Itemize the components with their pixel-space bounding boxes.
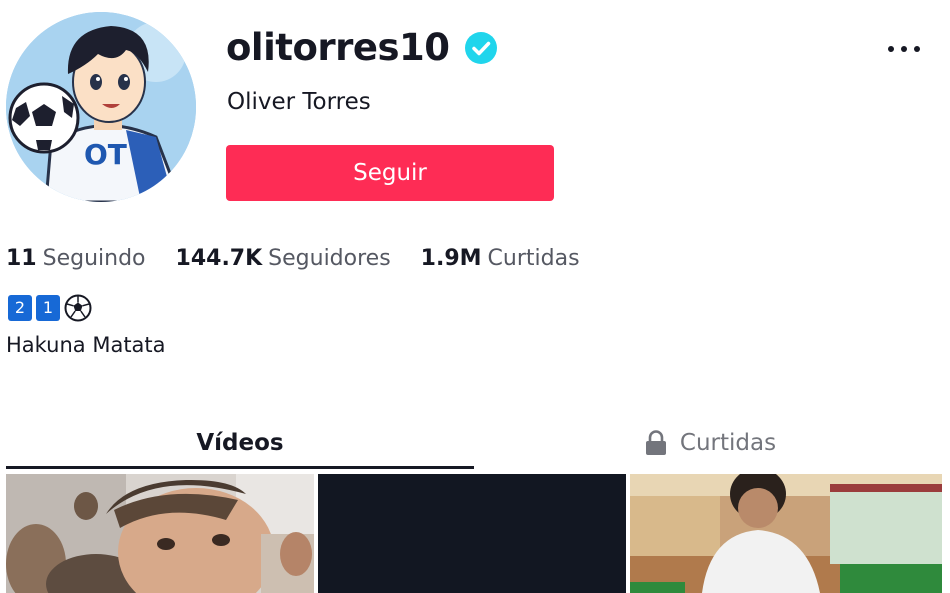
- username-row: olitorres10: [226, 24, 498, 72]
- verified-badge-icon: [464, 31, 498, 65]
- avatar-illustration: OT: [6, 12, 196, 202]
- stat-following-value: 11: [6, 246, 37, 271]
- tab-liked-label: Curtidas: [679, 430, 777, 456]
- stat-likes-label: Curtidas: [487, 246, 580, 271]
- tab-liked[interactable]: Curtidas: [474, 416, 946, 470]
- stat-following[interactable]: 11 Seguindo: [6, 243, 146, 275]
- follow-button[interactable]: Seguir: [226, 145, 554, 201]
- username: olitorres10: [226, 26, 450, 69]
- stat-likes-value: 1.9M: [420, 246, 482, 271]
- video-thumbnail[interactable]: [6, 474, 314, 593]
- soccer-ball-icon: [64, 294, 92, 322]
- stat-followers-label: Seguidores: [268, 246, 391, 271]
- keycap-1-emoji: 1: [36, 295, 60, 321]
- video-thumbnail-image: [630, 474, 942, 593]
- video-thumbnail[interactable]: [630, 474, 942, 593]
- keycap-2-emoji: 2: [8, 295, 32, 321]
- bio-text: Hakuna Matata: [6, 333, 166, 357]
- bio-emoji-row: 2 1: [8, 294, 92, 322]
- tab-active-indicator: [6, 466, 474, 469]
- display-name: Oliver Torres: [227, 89, 371, 115]
- profile-stats: 11 Seguindo 144.7K Seguidores 1.9M Curtidas: [6, 243, 610, 275]
- stat-following-label: Seguindo: [42, 246, 146, 271]
- stat-likes[interactable]: 1.9M Curtidas: [421, 243, 580, 275]
- stat-followers-value: 144.7K: [175, 246, 263, 271]
- tab-videos-label: Vídeos: [196, 430, 284, 456]
- profile-avatar[interactable]: OT: [6, 12, 196, 202]
- tab-videos[interactable]: Vídeos: [6, 416, 474, 470]
- video-grid: [6, 474, 948, 593]
- profile-tabs: Vídeos Curtidas: [6, 416, 946, 470]
- stat-followers[interactable]: 144.7K Seguidores: [176, 243, 391, 275]
- more-options-icon[interactable]: [884, 33, 924, 63]
- lock-icon: [644, 430, 668, 456]
- avatar-jersey-text: OT: [84, 138, 127, 171]
- video-thumbnail-image: [6, 474, 314, 593]
- video-thumbnail[interactable]: [318, 474, 626, 593]
